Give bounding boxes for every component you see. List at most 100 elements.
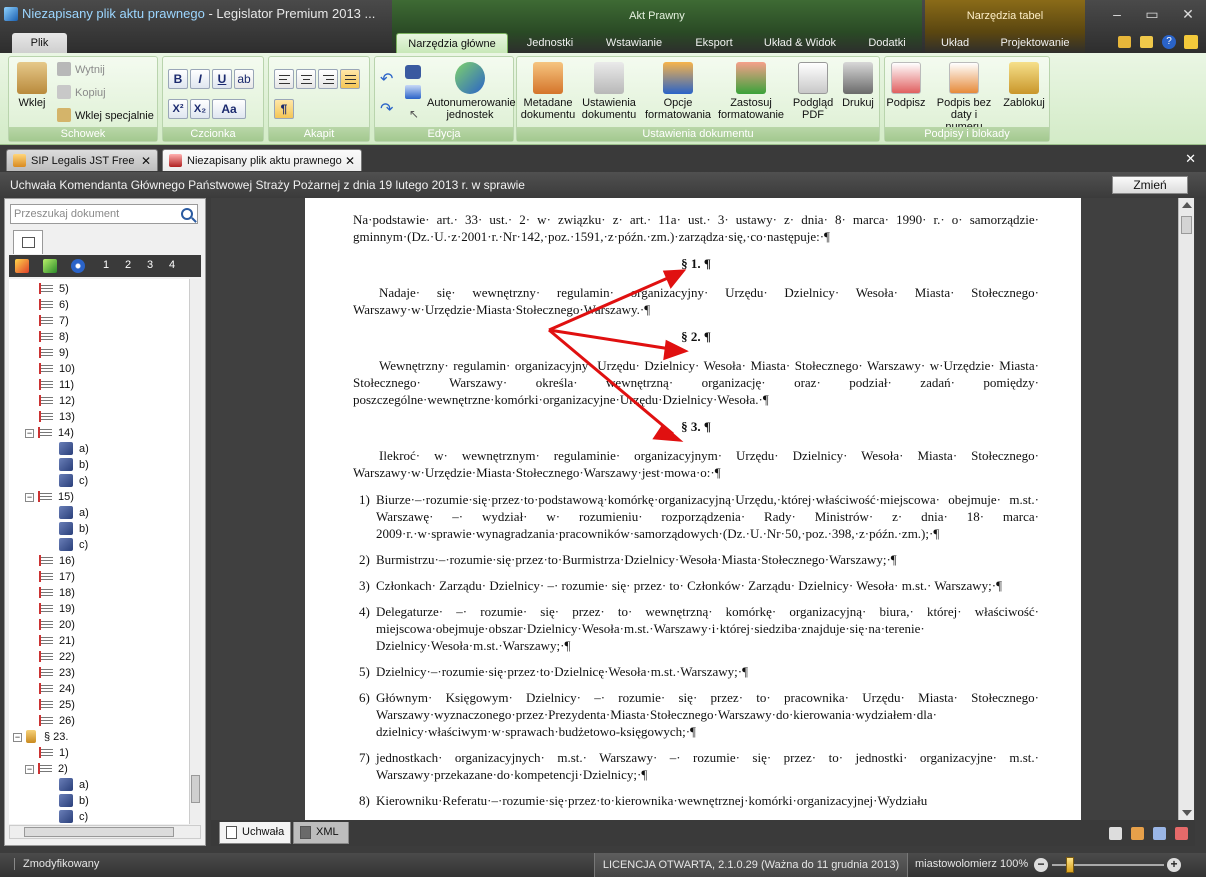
expand-icon[interactable]: [15, 259, 29, 273]
tree-node[interactable]: b): [59, 521, 89, 537]
select-cursor-icon[interactable]: ↖: [409, 107, 419, 121]
list-item[interactable]: 8) Kierowniku·Referatu·–·rozumie·się·prze…: [353, 792, 1039, 809]
document-vertical-scrollbar[interactable]: [1178, 198, 1194, 820]
tree-node[interactable]: 13): [39, 409, 75, 425]
wklej-button[interactable]: Wklej: [15, 62, 49, 109]
list-item[interactable]: 1) Biurze·–·rozumie·się·przez·to·podstawo…: [353, 491, 1039, 542]
tree-node[interactable]: 11): [39, 377, 74, 393]
search-input[interactable]: Przeszukaj dokument: [10, 204, 198, 224]
tree-node[interactable]: a): [59, 441, 89, 457]
list-item[interactable]: 2) Burmistrzu·–·rozumie·się·przez·to·Burm…: [353, 551, 1039, 568]
tree-node[interactable]: b): [59, 457, 89, 473]
tree-node[interactable]: 5): [39, 281, 69, 297]
tree-node[interactable]: c): [59, 537, 88, 553]
list-item[interactable]: 3) Członkach· Zarządu· Dzielnicy· –· rozu…: [353, 577, 1039, 594]
metadane-button[interactable]: Metadane dokumentu: [519, 62, 577, 121]
tree-node[interactable]: 1): [39, 745, 69, 761]
podpisz-button[interactable]: Podpisz: [885, 62, 927, 109]
remove-signature-small-icon[interactable]: [1175, 827, 1188, 840]
drukuj-button[interactable]: Drukuj: [837, 62, 879, 109]
section-1-heading[interactable]: § 1. ¶: [353, 255, 1039, 272]
document-text[interactable]: Na·podstawie· art.· 33· ust.· 2· w· zwią…: [353, 211, 1039, 818]
align-center-button[interactable]: [296, 69, 316, 89]
scroll-down-icon[interactable]: [1182, 810, 1192, 816]
wklej-specjalnie-button[interactable]: Wklej specjalnie: [57, 107, 154, 125]
document-scroll-thumb[interactable]: [1181, 216, 1192, 234]
section-2-heading[interactable]: § 2. ¶: [353, 328, 1039, 345]
list-item[interactable]: 4) Delegaturze· –· rozumie· się· przez· t…: [353, 603, 1039, 654]
app-icon[interactable]: [4, 7, 18, 21]
tree-node[interactable]: a): [59, 777, 89, 793]
tree-node[interactable]: 26): [39, 713, 75, 729]
sign-nodate-small-icon[interactable]: [1131, 827, 1144, 840]
doc-tab-niezapisany[interactable]: Niezapisany plik aktu prawnego ✕: [162, 149, 362, 171]
close-tab-icon[interactable]: ✕: [141, 150, 151, 172]
zmien-button[interactable]: Zmień: [1112, 176, 1188, 194]
tree-node[interactable]: 24): [39, 681, 75, 697]
folder-icon[interactable]: [1118, 36, 1131, 48]
show-formatting-button[interactable]: ¶: [274, 99, 294, 119]
tab-projektowanie[interactable]: Projektowanie: [994, 33, 1076, 53]
collapse-node-icon[interactable]: −: [25, 429, 34, 438]
tree-node[interactable]: 9): [39, 345, 69, 361]
zoom-in-button[interactable]: +: [1167, 858, 1181, 872]
tree-node[interactable]: − 15): [25, 489, 74, 505]
tree-node[interactable]: 18): [39, 585, 75, 601]
help-icon[interactable]: ?: [1162, 35, 1176, 49]
document-page[interactable]: Na·podstawie· art.· 33· ust.· 2· w· zwią…: [305, 198, 1081, 820]
close-all-icon[interactable]: ✕: [1185, 151, 1196, 167]
tab-plik[interactable]: Plik: [12, 33, 67, 53]
zastosuj-formatowanie-button[interactable]: Zastosuj formatowanie: [717, 62, 785, 121]
collapse-node-icon[interactable]: −: [13, 733, 22, 742]
feedback-icon[interactable]: [1184, 35, 1198, 49]
tab-uklad[interactable]: Układ: [934, 33, 976, 53]
section-3-heading[interactable]: § 3. ¶: [353, 418, 1039, 435]
tree-node[interactable]: 25): [39, 697, 75, 713]
tree-vertical-scrollbar[interactable]: [189, 279, 201, 824]
level-2-button[interactable]: 2: [125, 259, 131, 271]
collapse-icon[interactable]: [43, 259, 57, 273]
podglad-pdf-button[interactable]: Podgląd PDF: [789, 62, 837, 121]
tab-wstawianie[interactable]: Wstawianie: [596, 33, 672, 53]
superscript-button[interactable]: X²: [168, 99, 188, 119]
open-folder-icon[interactable]: [1140, 36, 1153, 48]
close-window-button[interactable]: ✕: [1176, 6, 1200, 22]
align-left-button[interactable]: [274, 69, 294, 89]
tree-node[interactable]: − 14): [25, 425, 74, 441]
list-item[interactable]: 7) jednostkach· organizacyjnych· m.st.· W…: [353, 749, 1039, 783]
tree-node[interactable]: 17): [39, 569, 75, 585]
redo-icon[interactable]: ↷: [380, 99, 396, 118]
tree-node[interactable]: 16): [39, 553, 75, 569]
tree-node[interactable]: a): [59, 505, 89, 521]
align-right-button[interactable]: [318, 69, 338, 89]
collapse-node-icon[interactable]: −: [25, 493, 34, 502]
spellcheck-icon[interactable]: ab: [234, 69, 254, 89]
view-tab-xml[interactable]: XML: [293, 822, 349, 844]
kopiuj-button[interactable]: Kopiuj: [57, 84, 106, 102]
close-tab-icon[interactable]: ✕: [345, 150, 355, 172]
ustawienia-dokumentu-button[interactable]: Ustawienia dokumentu: [579, 62, 639, 121]
podpis-bez-daty-button[interactable]: Podpis bez daty i numeru: [931, 62, 997, 133]
tree-node[interactable]: 12): [39, 393, 75, 409]
tree-node[interactable]: b): [59, 793, 89, 809]
view-tab-uchwala[interactable]: Uchwała: [219, 822, 291, 844]
sign-small-icon[interactable]: [1109, 827, 1122, 840]
subscript-button[interactable]: X₂: [190, 99, 210, 119]
list-item[interactable]: 5) Dzielnicy·–·rozumie·się·przez·to·Dziel…: [353, 663, 1039, 680]
wytnij-button[interactable]: Wytnij: [57, 61, 105, 79]
tab-narzedzia-glowne[interactable]: Narzędzia główne: [396, 33, 508, 53]
tree-node[interactable]: − 2): [25, 761, 68, 777]
zoom-out-button[interactable]: −: [1034, 858, 1048, 872]
autonumerowanie-button[interactable]: Autonumerowanie jednostek: [427, 62, 516, 121]
undo-icon[interactable]: ↶: [380, 69, 396, 88]
tree-node[interactable]: 8): [39, 329, 69, 345]
tree-node[interactable]: 7): [39, 313, 69, 329]
intro-paragraph[interactable]: Na·podstawie· art.· 33· ust.· 2· w· zwią…: [353, 211, 1039, 245]
tree-node[interactable]: c): [59, 809, 88, 824]
tree-node[interactable]: 21): [39, 633, 75, 649]
replace-icon[interactable]: [405, 85, 421, 99]
tree-scroll-thumb[interactable]: [191, 775, 200, 803]
sync-icon[interactable]: [71, 259, 85, 273]
change-case-button[interactable]: Aa: [212, 99, 246, 119]
collapse-node-icon[interactable]: −: [25, 765, 34, 774]
